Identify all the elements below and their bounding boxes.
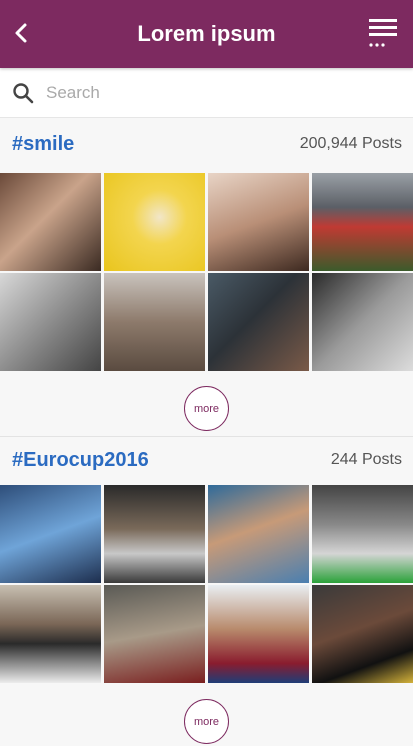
app: Lorem ipsum #smile 200,944 Posts more #E…: [0, 0, 413, 746]
search-bar: [0, 68, 413, 118]
photo-thumbnail[interactable]: [312, 485, 413, 583]
post-count: 244 Posts: [330, 451, 402, 468]
photo-grid-eurocup2016: [0, 485, 413, 683]
search-input[interactable]: [46, 82, 386, 103]
photo-thumbnail[interactable]: [104, 585, 205, 683]
photo-thumbnail[interactable]: [104, 273, 205, 371]
menu-icon: [369, 19, 397, 47]
photo-thumbnail[interactable]: [312, 585, 413, 683]
photo-grid-smile: [0, 173, 413, 371]
photo-thumbnail[interactable]: [312, 273, 413, 371]
photo-thumbnail[interactable]: [208, 173, 309, 271]
menu-button[interactable]: [367, 16, 401, 50]
photo-thumbnail[interactable]: [0, 485, 101, 583]
page-title: Lorem ipsum: [137, 21, 276, 46]
post-count: 200,944 Posts: [299, 135, 402, 152]
hashtag-link[interactable]: #smile: [12, 133, 74, 156]
photo-thumbnail[interactable]: [312, 173, 413, 271]
back-button[interactable]: [6, 18, 36, 48]
photo-thumbnail[interactable]: [0, 585, 101, 683]
search-icon: [13, 82, 34, 103]
section-header-eurocup2016: #Eurocup2016 244 Posts: [0, 437, 413, 483]
photo-thumbnail[interactable]: [208, 585, 309, 683]
photo-thumbnail[interactable]: [0, 173, 101, 271]
photo-thumbnail[interactable]: [104, 485, 205, 583]
app-header: Lorem ipsum: [0, 0, 413, 68]
photo-thumbnail[interactable]: [208, 273, 309, 371]
more-button[interactable]: more: [184, 699, 229, 744]
more-button[interactable]: more: [184, 386, 229, 431]
photo-thumbnail[interactable]: [0, 273, 101, 371]
section-header-smile: #smile 200,944 Posts: [0, 121, 413, 167]
photo-thumbnail[interactable]: [104, 173, 205, 271]
hashtag-link[interactable]: #Eurocup2016: [12, 449, 149, 472]
chevron-left-icon: [15, 23, 27, 43]
photo-thumbnail[interactable]: [208, 485, 309, 583]
